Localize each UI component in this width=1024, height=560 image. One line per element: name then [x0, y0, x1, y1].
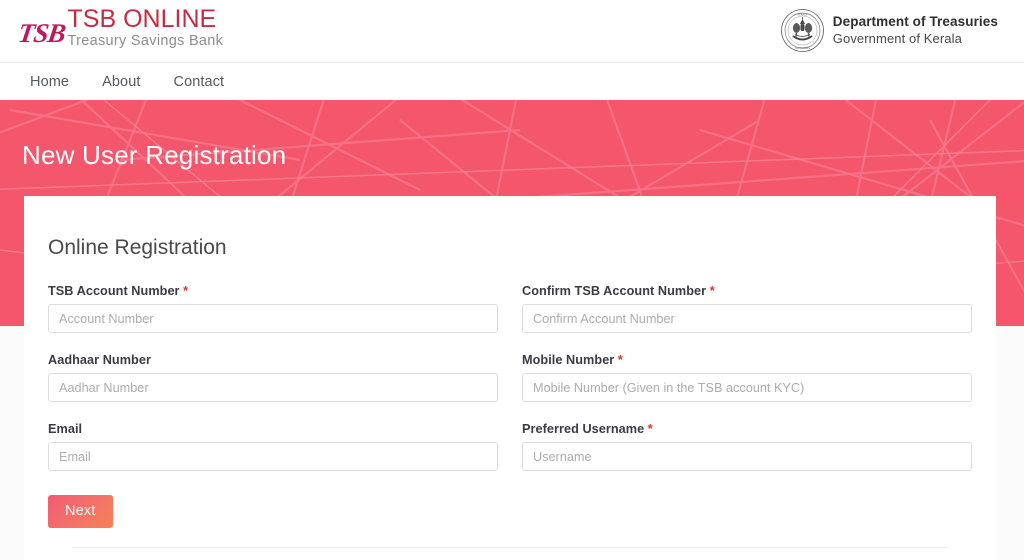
nav-item-home[interactable]: Home [30, 74, 69, 90]
nav-item-contact[interactable]: Contact [174, 74, 225, 90]
required-marker: * [183, 284, 189, 298]
next-button[interactable]: Next [48, 495, 113, 528]
label-text: Confirm TSB Account Number [522, 284, 707, 298]
label-aadhaar-number: Aadhaar Number [48, 353, 498, 367]
brand-text-block: TSB ONLINE Treasury Savings Bank [68, 6, 224, 52]
label-email: Email [48, 422, 498, 436]
required-marker: * [647, 422, 653, 436]
svg-text:KERALA: KERALA [797, 12, 807, 16]
brand-subtitle: Treasury Savings Bank [67, 33, 224, 50]
government-branding: KERALA TREASURIES Department of Treasuri… [780, 8, 998, 53]
field-tsb-account-number: TSB Account Number * [48, 284, 498, 333]
tsb-script-logo-icon: TSB [16, 17, 68, 48]
aadhaar-number-input[interactable] [48, 373, 498, 402]
page-title: New User Registration [22, 140, 287, 170]
government-department-title: Department of Treasuries [832, 13, 998, 29]
nav-item-about[interactable]: About [102, 74, 140, 90]
tsb-account-number-input[interactable] [48, 304, 498, 333]
label-confirm-tsb-account-number: Confirm TSB Account Number * [522, 284, 972, 298]
label-text: Mobile Number [522, 353, 615, 367]
label-text: Aadhaar Number [48, 353, 151, 367]
page-root: TSB TSB ONLINE Treasury Savings Bank KER… [0, 0, 1024, 560]
field-mobile-number: Mobile Number * [522, 353, 972, 402]
mobile-number-input[interactable] [522, 373, 972, 402]
card-divider [72, 547, 948, 548]
label-text: Preferred Username [522, 422, 645, 436]
label-preferred-username: Preferred Username * [522, 422, 972, 436]
required-marker: * [617, 353, 623, 367]
form-row: Email Preferred Username * [48, 422, 972, 471]
form-row: Aadhaar Number Mobile Number * [48, 353, 972, 402]
card-title: Online Registration [48, 236, 227, 259]
svg-text:TREASURIES: TREASURIES [795, 47, 810, 50]
label-text: TSB Account Number [48, 284, 180, 298]
label-text: Email [48, 422, 83, 436]
preferred-username-input[interactable] [522, 442, 972, 471]
kerala-state-emblem-icon: KERALA TREASURIES [780, 8, 825, 53]
government-text-block: Department of Treasuries Government of K… [833, 14, 998, 47]
main-navigation: Home About Contact [0, 62, 1024, 100]
field-preferred-username: Preferred Username * [522, 422, 972, 471]
email-input[interactable] [48, 442, 498, 471]
site-header: TSB TSB ONLINE Treasury Savings Bank KER… [0, 0, 1024, 62]
government-name: Government of Kerala [832, 30, 962, 46]
brand-logo[interactable]: TSB TSB ONLINE Treasury Savings Bank [16, 6, 224, 52]
label-mobile-number: Mobile Number * [522, 353, 972, 367]
field-confirm-tsb-account-number: Confirm TSB Account Number * [522, 284, 972, 333]
brand-title: TSB ONLINE [67, 5, 217, 33]
required-marker: * [709, 284, 715, 298]
field-email: Email [48, 422, 498, 471]
confirm-tsb-account-number-input[interactable] [522, 304, 972, 333]
registration-card: Online Registration TSB Account Number *… [24, 196, 996, 560]
form-row: TSB Account Number * Confirm TSB Account… [48, 284, 972, 333]
registration-form: TSB Account Number * Confirm TSB Account… [48, 284, 972, 528]
label-tsb-account-number: TSB Account Number * [48, 284, 498, 298]
field-aadhaar-number: Aadhaar Number [48, 353, 498, 402]
